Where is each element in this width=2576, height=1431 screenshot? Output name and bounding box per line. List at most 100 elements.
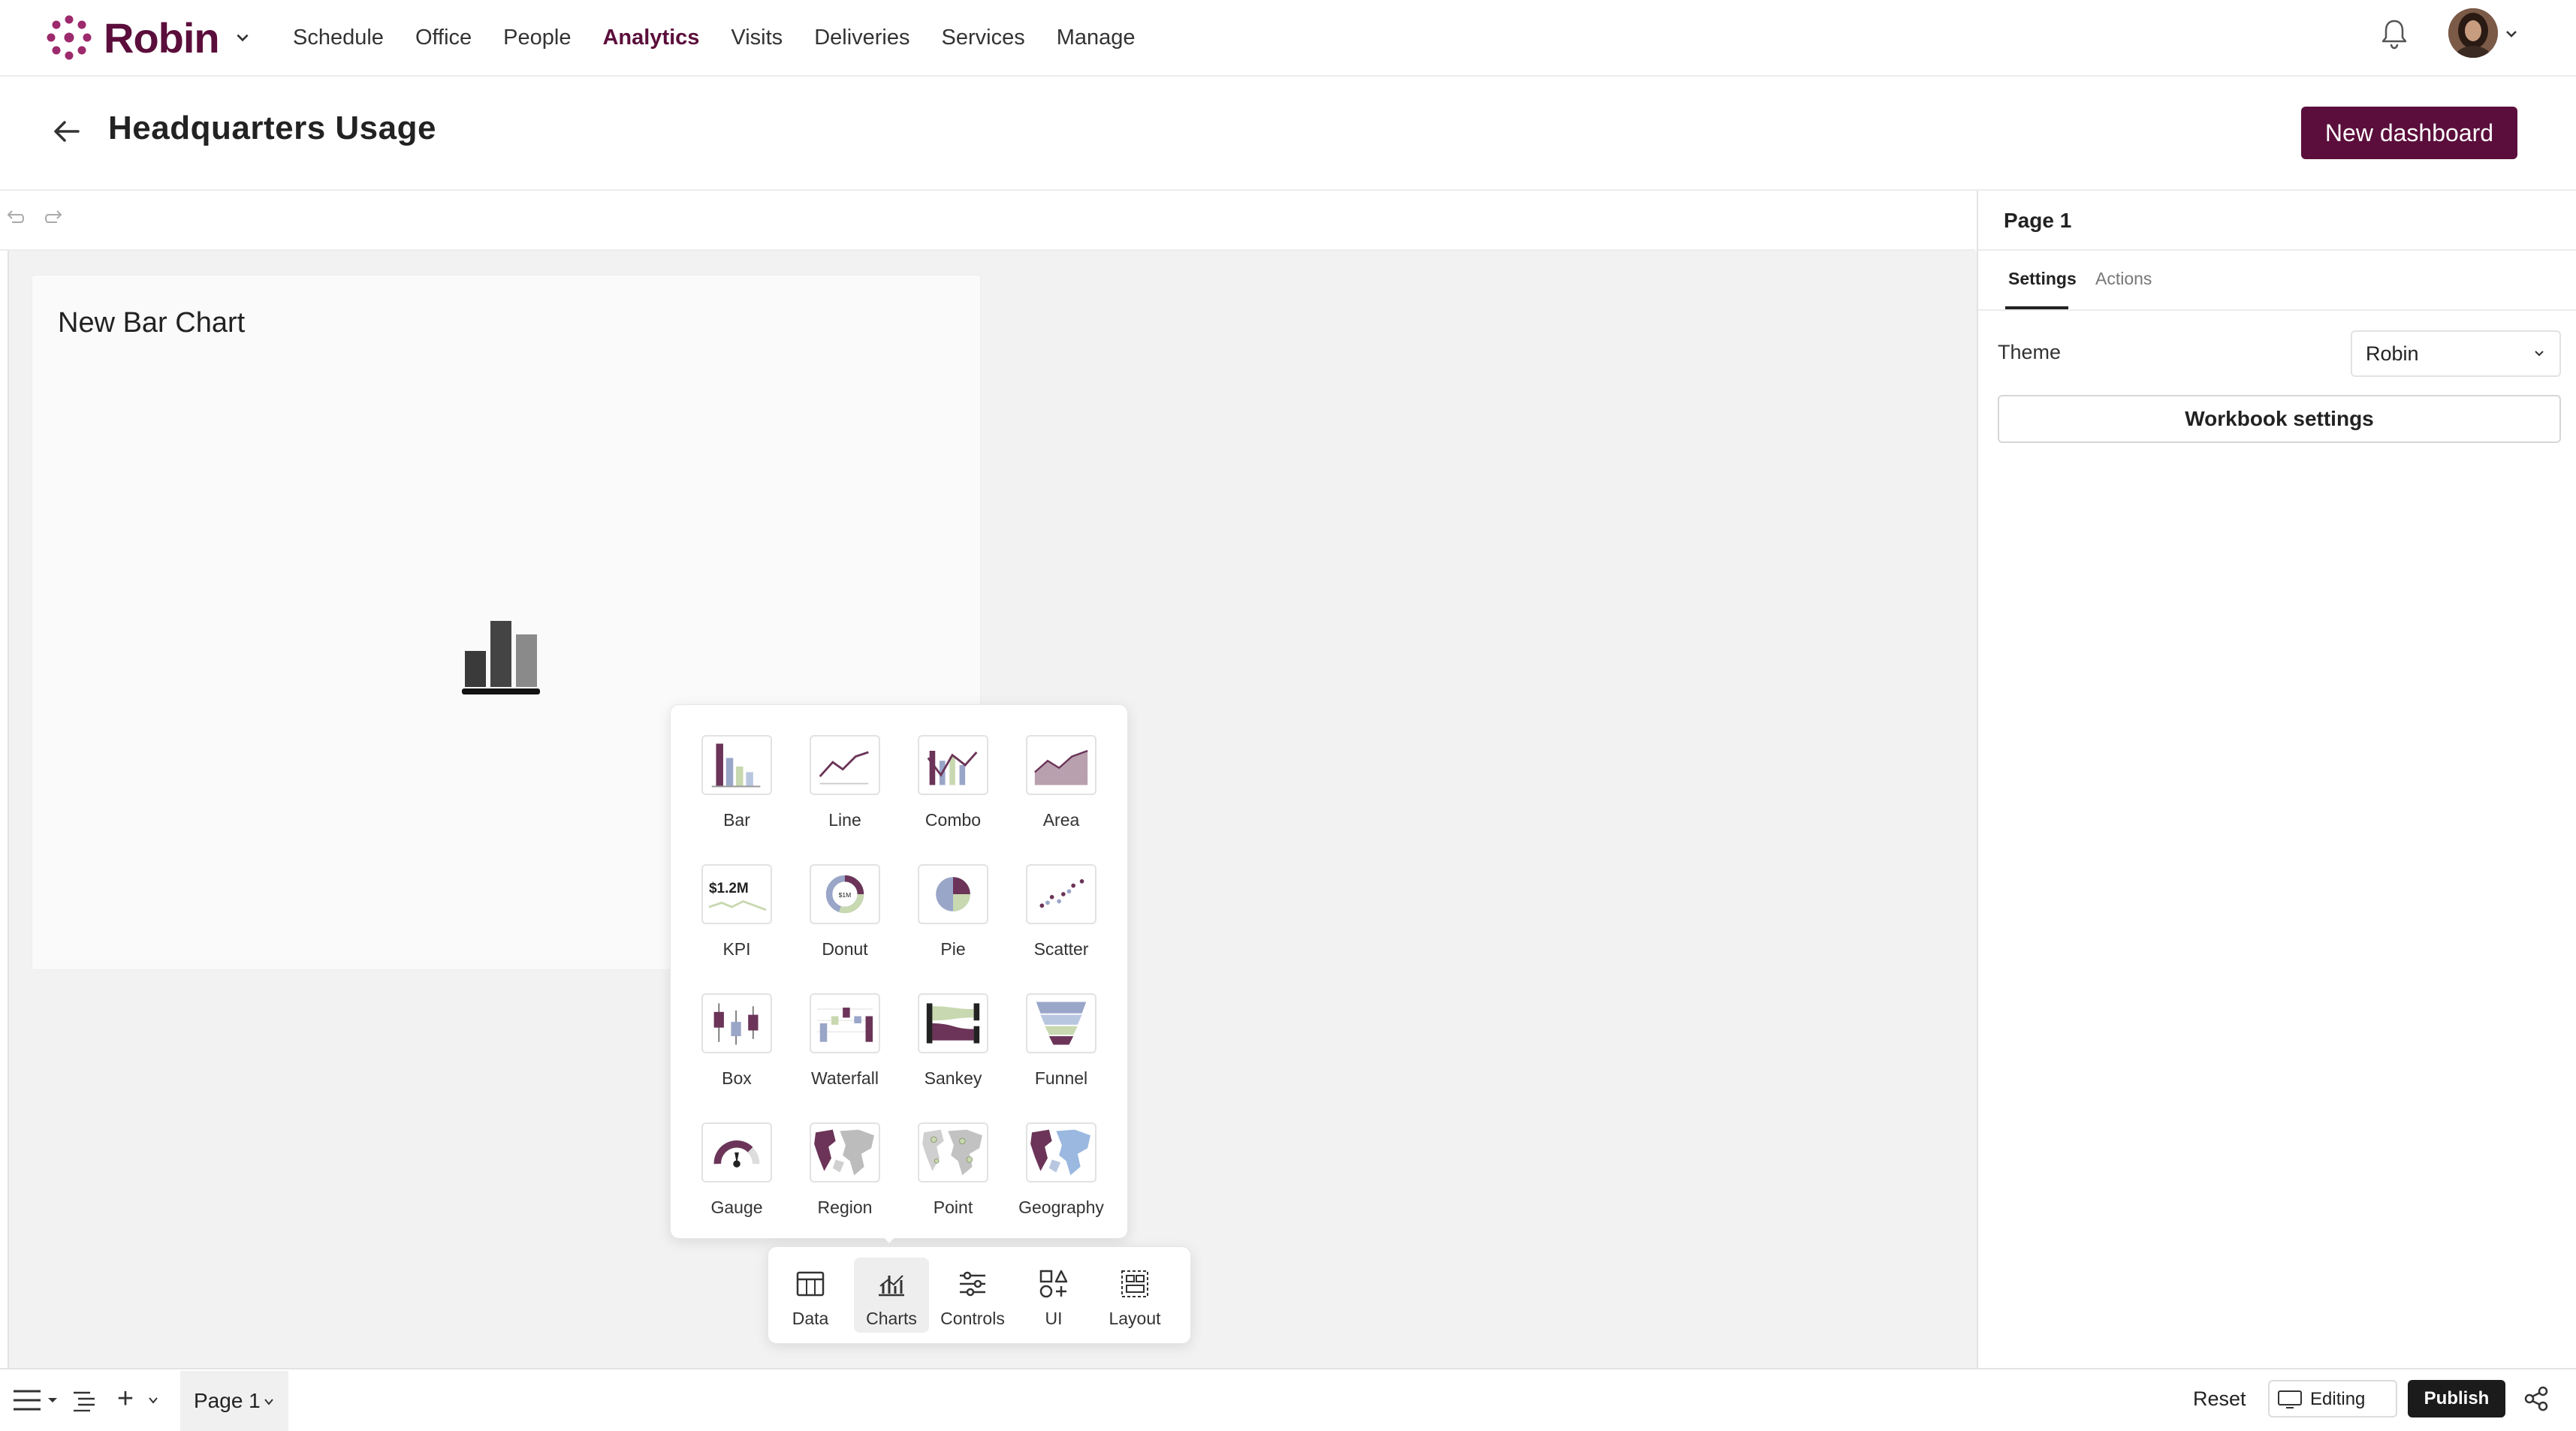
dock-label: Charts (866, 1309, 917, 1328)
box-plot-icon (701, 993, 772, 1053)
chart-tile-combo[interactable]: Combo (899, 705, 1007, 834)
page-header: Headquarters Usage New dashboard (0, 77, 2576, 191)
editor-toolbar (0, 191, 1975, 251)
page-title: Headquarters Usage (108, 110, 436, 146)
chart-card-title: New Bar Chart (58, 307, 246, 339)
nav-item-schedule[interactable]: Schedule (293, 26, 384, 50)
element-dock: Data Charts Controls UI Layout (768, 1246, 1191, 1344)
tile-label: Line (828, 810, 861, 830)
chevron-down-icon (2535, 351, 2544, 357)
nav-item-visits[interactable]: Visits (731, 26, 783, 50)
bar-chart-icon (701, 735, 772, 795)
funnel-chart-icon (1026, 993, 1096, 1053)
app-logo[interactable]: Robin (45, 8, 251, 68)
main-nav: Schedule Office People Analytics Visits … (293, 0, 1167, 75)
share-icon[interactable] (2523, 1386, 2549, 1411)
chart-tile-bar[interactable]: Bar (683, 705, 791, 834)
theme-label: Theme (1998, 341, 2062, 363)
chart-tile-point[interactable]: Point (899, 1092, 1007, 1222)
chart-tile-kpi[interactable]: $1.2M KPI (683, 834, 791, 963)
avatar[interactable] (2448, 8, 2498, 58)
tab-settings[interactable]: Settings (2008, 269, 2077, 289)
nav-item-office[interactable]: Office (415, 26, 472, 50)
chart-tile-scatter[interactable]: Scatter (1007, 834, 1115, 963)
dock-item-layout[interactable]: Layout (1097, 1258, 1172, 1333)
editing-mode-toggle[interactable]: Editing (2268, 1380, 2397, 1417)
tile-label: Waterfall (811, 1068, 879, 1088)
page-tab[interactable]: Page 1 (180, 1371, 288, 1431)
popover-caret-icon (879, 1231, 900, 1243)
divider (1978, 309, 2576, 311)
properties-panel: Page 1 Settings Actions Theme Robin Work… (1977, 191, 2576, 1368)
dock-label: Data (792, 1309, 829, 1328)
table-icon (796, 1271, 825, 1297)
donut-chart-icon: $1M (810, 864, 880, 924)
combo-chart-icon (918, 735, 988, 795)
hamburger-menu-icon[interactable] (12, 1387, 42, 1413)
publish-button[interactable]: Publish (2408, 1380, 2505, 1417)
robin-logo-icon (47, 15, 92, 60)
reset-button[interactable]: Reset (2193, 1387, 2246, 1411)
chart-tile-line[interactable]: Line (791, 705, 899, 834)
layout-icon (1121, 1270, 1148, 1297)
scatter-chart-icon (1026, 864, 1096, 924)
caret-down-icon[interactable] (47, 1395, 59, 1405)
back-arrow-icon[interactable] (50, 114, 84, 149)
chevron-down-icon[interactable] (2504, 26, 2519, 41)
dock-item-controls[interactable]: Controls (935, 1258, 1010, 1333)
chart-tile-box[interactable]: Box (683, 963, 791, 1092)
tile-label: Sankey (924, 1068, 982, 1088)
redo-icon[interactable] (44, 207, 66, 230)
page-tab-label: Page 1 (194, 1389, 261, 1412)
bar-chart-placeholder-icon (462, 621, 540, 694)
dock-label: UI (1045, 1309, 1063, 1328)
page-outline-icon[interactable] (72, 1389, 96, 1411)
chevron-down-icon[interactable] (147, 1395, 159, 1405)
area-chart-icon (1026, 735, 1096, 795)
donut-thumb-text: $1M (839, 891, 852, 899)
chart-tile-donut[interactable]: $1M Donut (791, 834, 899, 963)
tile-label: KPI (722, 939, 751, 959)
tile-label: Scatter (1033, 939, 1089, 959)
chart-tile-funnel[interactable]: Funnel (1007, 963, 1115, 1092)
dock-item-data[interactable]: Data (773, 1258, 848, 1333)
bell-icon[interactable] (2377, 17, 2412, 51)
chart-tile-gauge[interactable]: Gauge (683, 1092, 791, 1222)
chart-tile-waterfall[interactable]: Waterfall (791, 963, 899, 1092)
workbook-settings-button[interactable]: Workbook settings (1998, 395, 2561, 443)
add-page-button[interactable]: + (114, 1384, 137, 1413)
line-chart-icon (810, 735, 880, 795)
chart-tile-sankey[interactable]: Sankey (899, 963, 1007, 1092)
editing-label: Editing (2310, 1389, 2366, 1409)
theme-select[interactable]: Robin (2351, 330, 2561, 377)
nav-item-deliveries[interactable]: Deliveries (814, 26, 909, 50)
nav-item-manage[interactable]: Manage (1057, 26, 1136, 50)
nav-item-services[interactable]: Services (942, 26, 1025, 50)
avatar-image (2448, 8, 2498, 58)
gauge-chart-icon (701, 1122, 772, 1182)
kpi-chart-icon: $1.2M (701, 864, 772, 924)
tile-label: Geography (1018, 1198, 1104, 1217)
nav-item-analytics[interactable]: Analytics (602, 26, 699, 50)
pie-chart-icon (918, 864, 988, 924)
dock-item-charts[interactable]: Charts (854, 1258, 929, 1333)
nav-item-people[interactable]: People (503, 26, 571, 50)
chart-tile-area[interactable]: Area (1007, 705, 1115, 834)
logo-text: Robin (104, 14, 220, 62)
chart-tile-region[interactable]: Region (791, 1092, 899, 1222)
new-dashboard-button[interactable]: New dashboard (2301, 107, 2517, 159)
undo-icon[interactable] (3, 207, 26, 230)
tile-label: Area (1042, 810, 1080, 830)
chevron-down-icon[interactable] (263, 1396, 275, 1407)
tile-label: Point (933, 1198, 973, 1217)
chart-tile-pie[interactable]: Pie (899, 834, 1007, 963)
tile-label: Gauge (710, 1198, 763, 1217)
chart-tile-geography[interactable]: Geography (1007, 1092, 1115, 1222)
tile-label: Pie (940, 939, 966, 959)
dock-item-ui[interactable]: UI (1016, 1258, 1091, 1333)
tab-actions[interactable]: Actions (2095, 269, 2152, 289)
top-navigation: Robin Schedule Office People Analytics V… (0, 0, 2576, 77)
shapes-icon (1039, 1270, 1068, 1298)
chevron-down-icon[interactable] (234, 29, 251, 46)
page-footer: + Page 1 Reset Editing Publish (0, 1368, 2576, 1431)
